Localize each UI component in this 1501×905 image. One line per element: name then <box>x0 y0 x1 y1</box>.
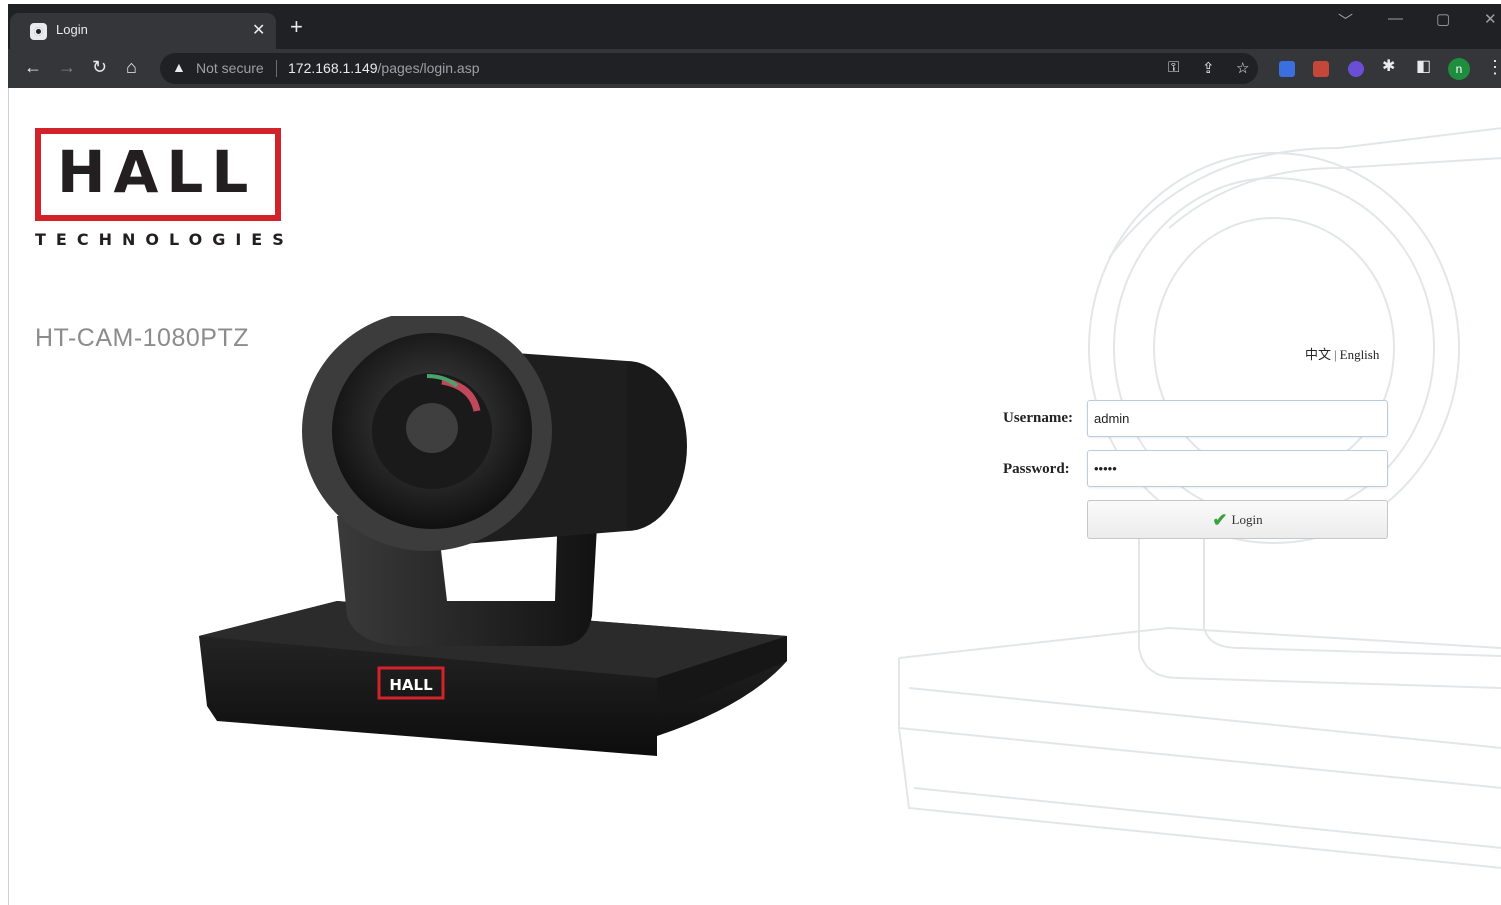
forward-arrow-icon[interactable]: → <box>58 57 76 77</box>
ptz-camera-image: HALL <box>199 316 787 756</box>
security-label[interactable]: Not secure <box>196 60 264 76</box>
extension-globe-icon[interactable] <box>1348 61 1364 77</box>
hall-technologies-logo: HALL TECHNOLOGIES <box>35 128 284 249</box>
tab-strip: Login ✕ + ﹀ — ▢ ✕ <box>8 4 1501 49</box>
reload-icon[interactable]: ↻ <box>92 57 107 77</box>
url-text[interactable]: 172.168.1.149/pages/login.asp <box>288 60 480 76</box>
share-icon[interactable]: ⇪ <box>1202 59 1215 77</box>
warning-triangle-icon[interactable]: ▲ <box>172 59 186 75</box>
address-divider <box>276 60 277 77</box>
login-page: HALL TECHNOLOGIES HT-CAM-1080PTZ HALL 中文… <box>8 88 1501 905</box>
lang-separator: | <box>1334 347 1337 362</box>
profile-avatar[interactable]: n <box>1448 58 1470 80</box>
extensions-puzzle-icon[interactable]: ✱ <box>1382 57 1395 77</box>
extension-search-icon[interactable] <box>1279 61 1295 77</box>
tab-close-icon[interactable]: ✕ <box>252 20 265 40</box>
password-input[interactable]: ••••• <box>1087 450 1388 487</box>
maximize-icon[interactable]: ▢ <box>1436 10 1450 28</box>
login-button[interactable]: ✔ Login <box>1087 500 1388 539</box>
bookmark-star-icon[interactable]: ☆ <box>1236 59 1249 77</box>
password-label: Password: <box>1003 461 1070 477</box>
camera-badge-text: HALL <box>389 676 433 694</box>
address-bar[interactable]: ▲ Not secure 172.168.1.149/pages/login.a… <box>160 53 1258 84</box>
language-switch: 中文 | English <box>1305 344 1379 363</box>
lang-chinese-link[interactable]: 中文 <box>1305 347 1331 362</box>
browser-toolbar: ← → ↻ ⌂ ▲ Not secure 172.168.1.149/pages… <box>8 49 1501 88</box>
home-icon[interactable]: ⌂ <box>126 57 137 77</box>
checkmark-icon: ✔ <box>1212 510 1228 530</box>
close-window-icon[interactable]: ✕ <box>1484 10 1497 28</box>
browser-menu-icon[interactable]: ⋮ <box>1486 57 1501 78</box>
camera-favicon-icon <box>30 23 47 40</box>
minimize-icon[interactable]: — <box>1388 10 1403 27</box>
username-label: Username: <box>1003 410 1073 426</box>
tab-login[interactable]: Login ✕ <box>10 13 276 49</box>
lang-english-link[interactable]: English <box>1340 347 1380 362</box>
new-tab-button[interactable]: + <box>290 16 303 38</box>
logo-wordmark: HALL <box>57 138 257 206</box>
extension-window-icon[interactable] <box>1313 61 1329 77</box>
url-path: /pages/login.asp <box>377 60 480 76</box>
tab-title: Login <box>56 22 88 37</box>
logo-subtitle: TECHNOLOGIES <box>35 230 294 249</box>
back-arrow-icon[interactable]: ← <box>24 57 42 77</box>
username-input[interactable]: admin <box>1087 400 1388 437</box>
browser-chrome: Login ✕ + ﹀ — ▢ ✕ ← → ↻ ⌂ ▲ Not secure 1… <box>8 4 1501 88</box>
side-panel-icon[interactable]: ◧ <box>1416 57 1431 77</box>
key-icon[interactable]: ⚿ <box>1168 59 1179 76</box>
tab-search-chevron-icon[interactable]: ﹀ <box>1338 10 1353 31</box>
url-host: 172.168.1.149 <box>288 60 378 76</box>
login-label: Login <box>1231 512 1263 527</box>
